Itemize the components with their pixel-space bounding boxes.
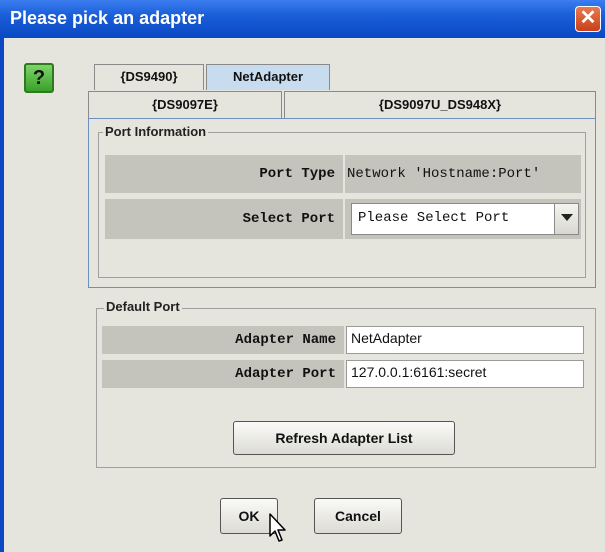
title-bar[interactable]: Please pick an adapter ✕ xyxy=(0,0,605,38)
adapter-name-field[interactable]: NetAdapter xyxy=(346,326,584,354)
adapter-port-field[interactable]: 127.0.0.1:6161:secret xyxy=(346,360,584,388)
default-port-title: Default Port xyxy=(104,299,182,314)
tab-netadapter[interactable]: NetAdapter xyxy=(206,64,330,90)
port-type-value: Network 'Hostname:Port' xyxy=(347,166,541,182)
adapter-dialog: Please pick an adapter ✕ ? {DS9490} NetA… xyxy=(0,0,605,552)
chevron-down-icon[interactable] xyxy=(554,204,578,234)
select-port-value: Please Select Port xyxy=(358,210,510,226)
adapter-port-label: Adapter Port xyxy=(102,360,344,388)
window-title: Please pick an adapter xyxy=(10,8,205,28)
tab-ds9097e[interactable]: {DS9097E} xyxy=(88,91,282,119)
question-icon: ? xyxy=(24,63,54,93)
window-border xyxy=(0,38,4,552)
tab-ds9097u-ds948x[interactable]: {DS9097U_DS948X} xyxy=(284,91,596,119)
adapter-name-label: Adapter Name xyxy=(102,326,344,354)
port-type-label: Port Type xyxy=(105,155,343,193)
select-port-label: Select Port xyxy=(105,199,343,239)
tab-panel: Port Information Port Type Network 'Host… xyxy=(88,118,596,288)
refresh-adapter-list-button[interactable]: Refresh Adapter List xyxy=(233,421,455,455)
mouse-cursor-icon xyxy=(269,513,286,542)
select-port-dropdown[interactable]: Please Select Port xyxy=(351,203,579,235)
port-information-title: Port Information xyxy=(103,124,209,139)
close-icon[interactable]: ✕ xyxy=(575,6,601,32)
cancel-button[interactable]: Cancel xyxy=(314,498,402,534)
tab-ds9490[interactable]: {DS9490} xyxy=(94,64,204,90)
